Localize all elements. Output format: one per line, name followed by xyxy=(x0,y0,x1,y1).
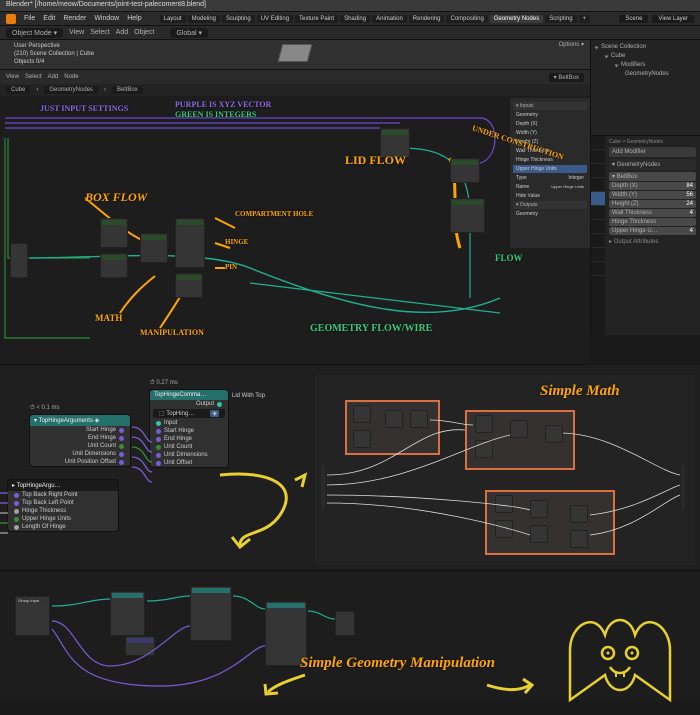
simple-math-region[interactable] xyxy=(315,375,695,565)
lower-panels: ⏱ 0.27 ms TopHingeComma… Output ⬚ TopHin… xyxy=(0,365,700,700)
orientation-dropdown[interactable]: Global ▾ xyxy=(170,28,208,38)
cartoon-doodle xyxy=(560,605,700,715)
geometry-node[interactable] xyxy=(450,158,480,183)
scene-field[interactable]: Scene xyxy=(619,15,648,23)
mesh-cube-icon xyxy=(278,44,313,62)
blender-logo-icon xyxy=(6,14,16,24)
node-wires xyxy=(0,98,590,368)
output-attributes[interactable]: ▸ Output Attributes xyxy=(609,238,696,245)
window-titlebar: Blender* [/home/meow/Documents/joint-tes… xyxy=(0,0,700,12)
tab-texpaint[interactable]: Texture Paint xyxy=(295,15,338,23)
node-node-menu[interactable]: Node xyxy=(64,74,78,80)
outliner-modifiers[interactable]: Modifiers xyxy=(621,61,645,70)
annotation: MATH xyxy=(95,313,122,323)
menu-file[interactable]: File xyxy=(24,15,35,22)
view-menu[interactable]: View xyxy=(69,29,84,36)
annotation: JUST INPUT SETTINGS xyxy=(40,104,128,113)
doodle-arrow xyxy=(260,670,320,700)
bottom-wires xyxy=(0,571,400,701)
annotation: PIN xyxy=(225,263,237,271)
mod-field[interactable]: Depth (X)84 xyxy=(609,182,696,190)
doodle-arrow xyxy=(485,677,535,702)
mode-dropdown[interactable]: Object Mode ▾ xyxy=(6,28,63,38)
tab-modeling[interactable]: Modeling xyxy=(188,15,220,23)
annotation: UNDER CONSTRUCTION xyxy=(471,123,565,161)
props-breadcrumb: Cube > GeometryNodes xyxy=(609,139,696,145)
outliner[interactable]: Scene Collection Cube Modifiers Geometry… xyxy=(590,40,700,135)
mod-field[interactable]: Wall Thickness4 xyxy=(609,209,696,217)
annotation: COMPARTMENT HOLE xyxy=(235,210,313,218)
annotation: FLOW xyxy=(495,253,523,263)
math-wires xyxy=(315,375,695,565)
viewport-header: Object Mode ▾ View Select Add Object Glo… xyxy=(0,26,700,40)
viewport-info: User Perspective (210) Scene Collection … xyxy=(14,42,94,66)
math-node[interactable] xyxy=(100,218,128,248)
geometry-node-editor[interactable]: View Select Add Node ▾ BeltBox Cube › Ge… xyxy=(0,70,590,365)
group-input-node[interactable] xyxy=(10,243,28,278)
object-menu[interactable]: Object xyxy=(134,29,154,36)
annotation: BOX FLOW xyxy=(85,190,147,205)
tab-shading[interactable]: Shading xyxy=(340,15,370,23)
outliner-root[interactable]: Scene Collection xyxy=(601,43,646,52)
add-modifier-button[interactable]: Add Modifier xyxy=(609,147,696,157)
tab-uv[interactable]: UV Editing xyxy=(257,15,293,23)
annotation: PURPLE IS XYZ VECTOR xyxy=(175,100,271,109)
tab-geonodes[interactable]: Geometry Nodes xyxy=(490,15,543,23)
mod-field[interactable]: Height (Z)24 xyxy=(609,200,696,208)
modifier-tab-icon[interactable] xyxy=(591,192,605,206)
modifier-header[interactable]: ▾ GeometryNodes xyxy=(609,159,696,170)
select-menu[interactable]: Select xyxy=(90,29,109,36)
outliner-geonodes[interactable]: GeometryNodes xyxy=(625,70,669,79)
top-menu: File Edit Render Window Help Layout Mode… xyxy=(0,12,700,26)
workspace-tabs: Layout Modeling Sculpting UV Editing Tex… xyxy=(160,15,590,23)
properties-panel: Cube > GeometryNodes Add Modifier ▾ Geom… xyxy=(590,135,700,335)
mod-field[interactable]: Upper Hinge U…4 xyxy=(609,227,696,235)
tab-layout[interactable]: Layout xyxy=(160,15,186,23)
geometry-node[interactable] xyxy=(380,128,410,158)
outliner-cube[interactable]: Cube xyxy=(611,52,625,61)
tab-script[interactable]: Scripting xyxy=(545,15,576,23)
mod-field[interactable]: Width (Y)56 xyxy=(609,191,696,199)
geometry-node[interactable] xyxy=(175,218,205,268)
tab-sculpting[interactable]: Sculpting xyxy=(222,15,255,23)
annotation: HINGE xyxy=(225,238,248,246)
breadcrumb[interactable]: GeometryNodes xyxy=(44,86,98,94)
tab-comp[interactable]: Compositing xyxy=(446,15,487,23)
geometry-node[interactable] xyxy=(140,233,168,263)
tab-anim[interactable]: Animation xyxy=(372,15,407,23)
node-select-menu[interactable]: Select xyxy=(25,74,42,80)
nodegroup-field[interactable]: ▾ BeltBox xyxy=(609,172,696,181)
tab-add[interactable]: + xyxy=(579,15,591,23)
node-editor-header: View Select Add Node ▾ BeltBox xyxy=(0,70,590,84)
geometry-node[interactable] xyxy=(175,273,203,298)
menu-edit[interactable]: Edit xyxy=(43,15,55,22)
annotation: MANIPULATION xyxy=(140,328,204,337)
doodle-arrow xyxy=(210,465,320,555)
node-view-menu[interactable]: View xyxy=(6,74,19,80)
viewlayer-field[interactable]: View Layer xyxy=(652,15,694,23)
viewport-3d[interactable]: User Perspective (210) Scene Collection … xyxy=(0,40,590,70)
tab-render[interactable]: Rendering xyxy=(409,15,445,23)
annotation: GEOMETRY FLOW/WIRE xyxy=(310,323,432,334)
nodegroup-name[interactable]: ▾ BeltBox xyxy=(549,73,584,82)
annotation: GREEN IS INTEGERS xyxy=(175,110,256,119)
props-tabs[interactable] xyxy=(591,136,605,335)
menu-window[interactable]: Window xyxy=(94,15,119,22)
node-add-menu[interactable]: Add xyxy=(48,74,59,80)
mod-field[interactable]: Hinge Thickness xyxy=(609,218,696,226)
menu-render[interactable]: Render xyxy=(63,15,86,22)
add-menu[interactable]: Add xyxy=(116,29,128,36)
menu-help[interactable]: Help xyxy=(127,15,141,22)
breadcrumb[interactable]: BeltBox xyxy=(112,86,143,94)
breadcrumb[interactable]: Cube xyxy=(6,86,30,94)
math-node[interactable] xyxy=(100,253,128,278)
viewport-options[interactable]: Options ▾ xyxy=(559,41,584,48)
geometry-node[interactable] xyxy=(450,198,485,233)
